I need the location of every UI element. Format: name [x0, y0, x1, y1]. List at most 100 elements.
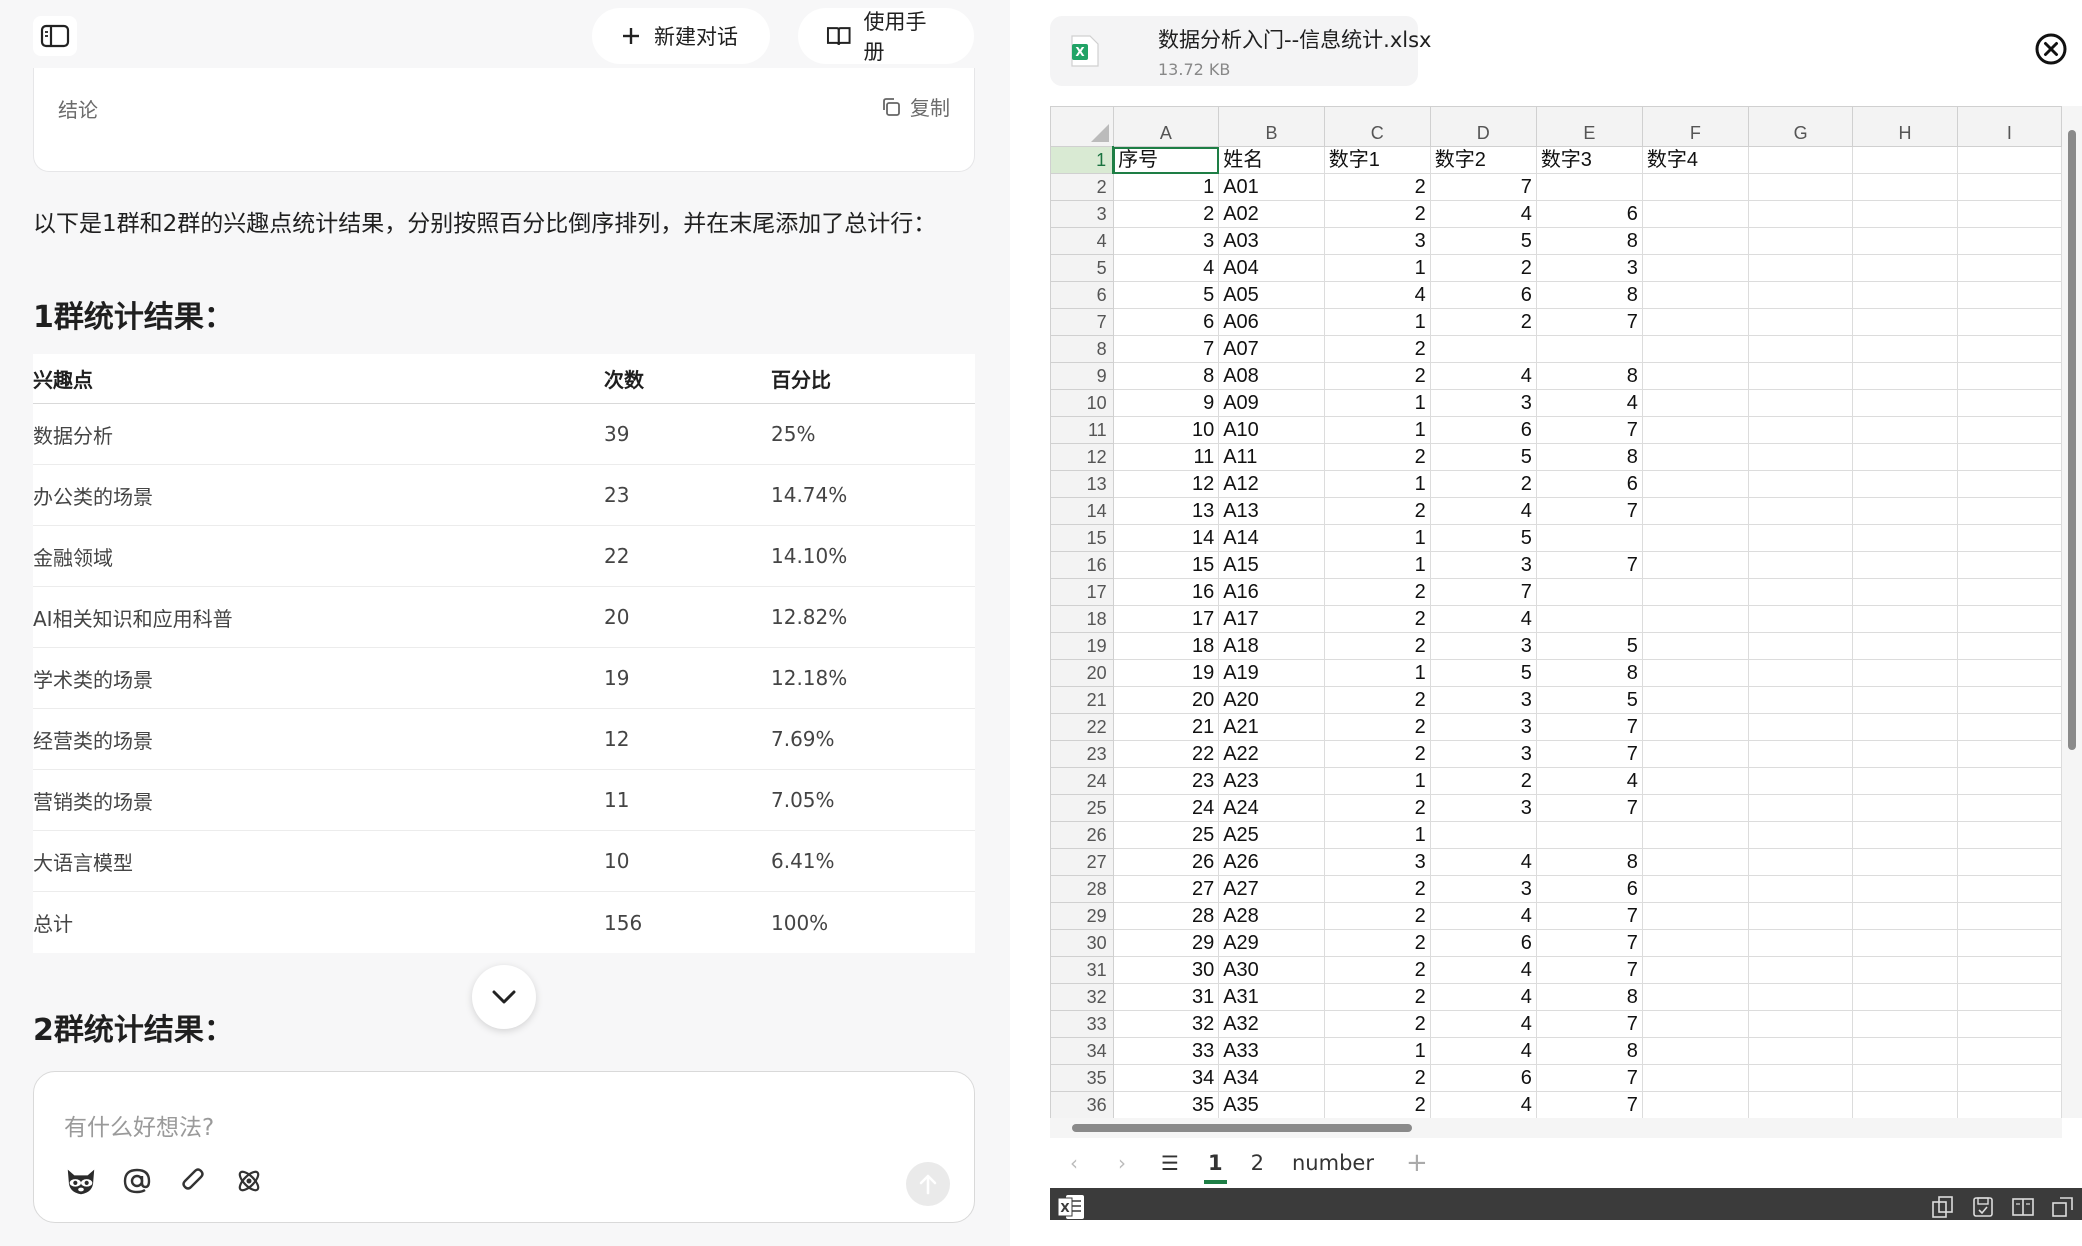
sheet-cell[interactable] [1641, 767, 1749, 795]
sheet-cell[interactable] [1641, 551, 1749, 579]
row-number-header[interactable]: 4 [1050, 227, 1114, 255]
paperclip-icon[interactable] [176, 1164, 210, 1198]
row-number-header[interactable]: 15 [1050, 524, 1114, 552]
user-manual-button[interactable]: 使用手册 [798, 8, 974, 64]
sheet-cell[interactable]: 3 [1112, 227, 1220, 255]
sheet-cell[interactable] [1852, 740, 1958, 768]
sheet-cell[interactable] [1956, 929, 2062, 957]
sheet-cell[interactable] [1747, 686, 1854, 714]
atom-icon[interactable] [232, 1164, 266, 1198]
sheet-cell[interactable]: 2 [1323, 362, 1431, 390]
sheet-cell[interactable]: 31 [1112, 983, 1220, 1011]
sheet-cell[interactable] [1747, 605, 1854, 633]
sheet-tab-number[interactable]: number [1278, 1138, 1388, 1188]
sheet-cell[interactable]: 3 [1429, 686, 1537, 714]
sheet-cell[interactable]: 6 [1535, 470, 1643, 498]
sheet-cell[interactable]: 17 [1112, 605, 1220, 633]
next-sheet-icon[interactable]: › [1098, 1151, 1146, 1175]
sheet-cell[interactable]: 2 [1429, 254, 1537, 282]
sheet-cell[interactable] [1747, 1037, 1854, 1065]
sheet-cell[interactable]: 4 [1429, 1010, 1537, 1038]
sheet-cell[interactable] [1641, 794, 1749, 822]
sheet-cell[interactable]: A09 [1218, 389, 1325, 417]
sheet-cell[interactable]: A07 [1218, 335, 1325, 363]
sheet-cell[interactable] [1852, 686, 1958, 714]
sheet-cell[interactable] [1852, 362, 1958, 390]
sheet-cell[interactable]: A32 [1218, 1010, 1325, 1038]
sheet-cell[interactable] [1747, 308, 1854, 336]
sheet-cell[interactable]: 10 [1112, 416, 1220, 444]
sheet-cell[interactable]: A06 [1218, 308, 1325, 336]
sheet-cell[interactable] [1747, 875, 1854, 903]
sheet-cell[interactable]: A19 [1218, 659, 1325, 687]
sheet-cell[interactable] [1956, 335, 2062, 363]
at-mention-icon[interactable] [120, 1164, 154, 1198]
sheet-cell[interactable] [1852, 1064, 1958, 1092]
sheet-cell[interactable]: 2 [1323, 605, 1431, 633]
sheet-cell[interactable]: 1 [1323, 524, 1431, 552]
sheet-cell[interactable]: 7 [1535, 551, 1643, 579]
sheet-cell[interactable]: 2 [1323, 578, 1431, 606]
sheet-cell[interactable] [1956, 740, 2062, 768]
sheet-cell[interactable] [1641, 335, 1749, 363]
sheet-cell[interactable] [1641, 740, 1749, 768]
sheet-cell[interactable] [1852, 281, 1958, 309]
row-number-header[interactable]: 21 [1050, 686, 1114, 714]
sheet-cell[interactable] [1852, 335, 1958, 363]
sheet-cell[interactable] [1747, 767, 1854, 795]
sheet-cell[interactable] [1747, 497, 1854, 525]
sheet-tab-1[interactable]: 1 [1194, 1138, 1237, 1188]
sheet-cell[interactable]: 4 [1429, 200, 1537, 228]
sheet-cell[interactable]: 16 [1112, 578, 1220, 606]
sheet-cell[interactable]: 34 [1112, 1064, 1220, 1092]
sheet-cell[interactable] [1852, 497, 1958, 525]
sheet-cell[interactable] [1852, 632, 1958, 660]
row-number-header[interactable]: 2 [1050, 173, 1114, 201]
sheet-cell[interactable] [1852, 308, 1958, 336]
sheet-cell[interactable]: A33 [1218, 1037, 1325, 1065]
sheet-cell[interactable]: 2 [1323, 443, 1431, 471]
sheet-cell[interactable]: 15 [1112, 551, 1220, 579]
row-number-header[interactable]: 3 [1050, 200, 1114, 228]
sheet-cell[interactable]: 2 [1429, 767, 1537, 795]
sheet-cell[interactable]: 3 [1429, 632, 1537, 660]
sheet-cell[interactable]: A16 [1218, 578, 1325, 606]
sheet-cell[interactable] [1641, 902, 1749, 930]
sheet-cell[interactable] [1956, 146, 2062, 174]
sheet-cell[interactable] [1956, 956, 2062, 984]
sheet-cell[interactable]: 28 [1112, 902, 1220, 930]
sheet-cell[interactable]: 4 [1323, 281, 1431, 309]
row-number-header[interactable]: 34 [1050, 1037, 1114, 1065]
row-number-header[interactable]: 17 [1050, 578, 1114, 606]
sheet-cell[interactable]: A13 [1218, 497, 1325, 525]
sheet-cell[interactable] [1641, 1037, 1749, 1065]
sheet-cell[interactable] [1641, 497, 1749, 525]
column-letter-header[interactable]: B [1218, 106, 1325, 147]
sheet-cell[interactable]: 3 [1429, 389, 1537, 417]
sheet-cell[interactable]: A04 [1218, 254, 1325, 282]
sheet-cell[interactable]: 1 [1323, 389, 1431, 417]
sheet-cell[interactable]: A20 [1218, 686, 1325, 714]
sheet-cell[interactable]: 23 [1112, 767, 1220, 795]
column-letter-header[interactable]: F [1641, 106, 1749, 147]
sheet-cell[interactable]: A31 [1218, 983, 1325, 1011]
sheet-cell[interactable]: 2 [1429, 308, 1537, 336]
sheet-cell[interactable]: 7 [1535, 929, 1643, 957]
sheet-cell[interactable]: A18 [1218, 632, 1325, 660]
sheet-cell[interactable]: 1 [1323, 767, 1431, 795]
sheet-cell[interactable]: 5 [1429, 443, 1537, 471]
sheet-cell[interactable]: 4 [1429, 497, 1537, 525]
column-letter-header[interactable]: I [1956, 106, 2062, 147]
sheet-cell[interactable]: A01 [1218, 173, 1325, 201]
sheet-cell[interactable]: A30 [1218, 956, 1325, 984]
sheet-cell[interactable] [1641, 956, 1749, 984]
select-all-corner[interactable] [1050, 106, 1114, 147]
sheet-cell[interactable]: A34 [1218, 1064, 1325, 1092]
sheet-cell[interactable] [1956, 443, 2062, 471]
sheet-cell[interactable] [1956, 713, 2062, 741]
sheet-cell[interactable] [1956, 281, 2062, 309]
sheet-cell[interactable] [1852, 173, 1958, 201]
row-number-header[interactable]: 11 [1050, 416, 1114, 444]
sheet-cell[interactable]: 26 [1112, 848, 1220, 876]
row-number-header[interactable]: 1 [1050, 146, 1115, 174]
